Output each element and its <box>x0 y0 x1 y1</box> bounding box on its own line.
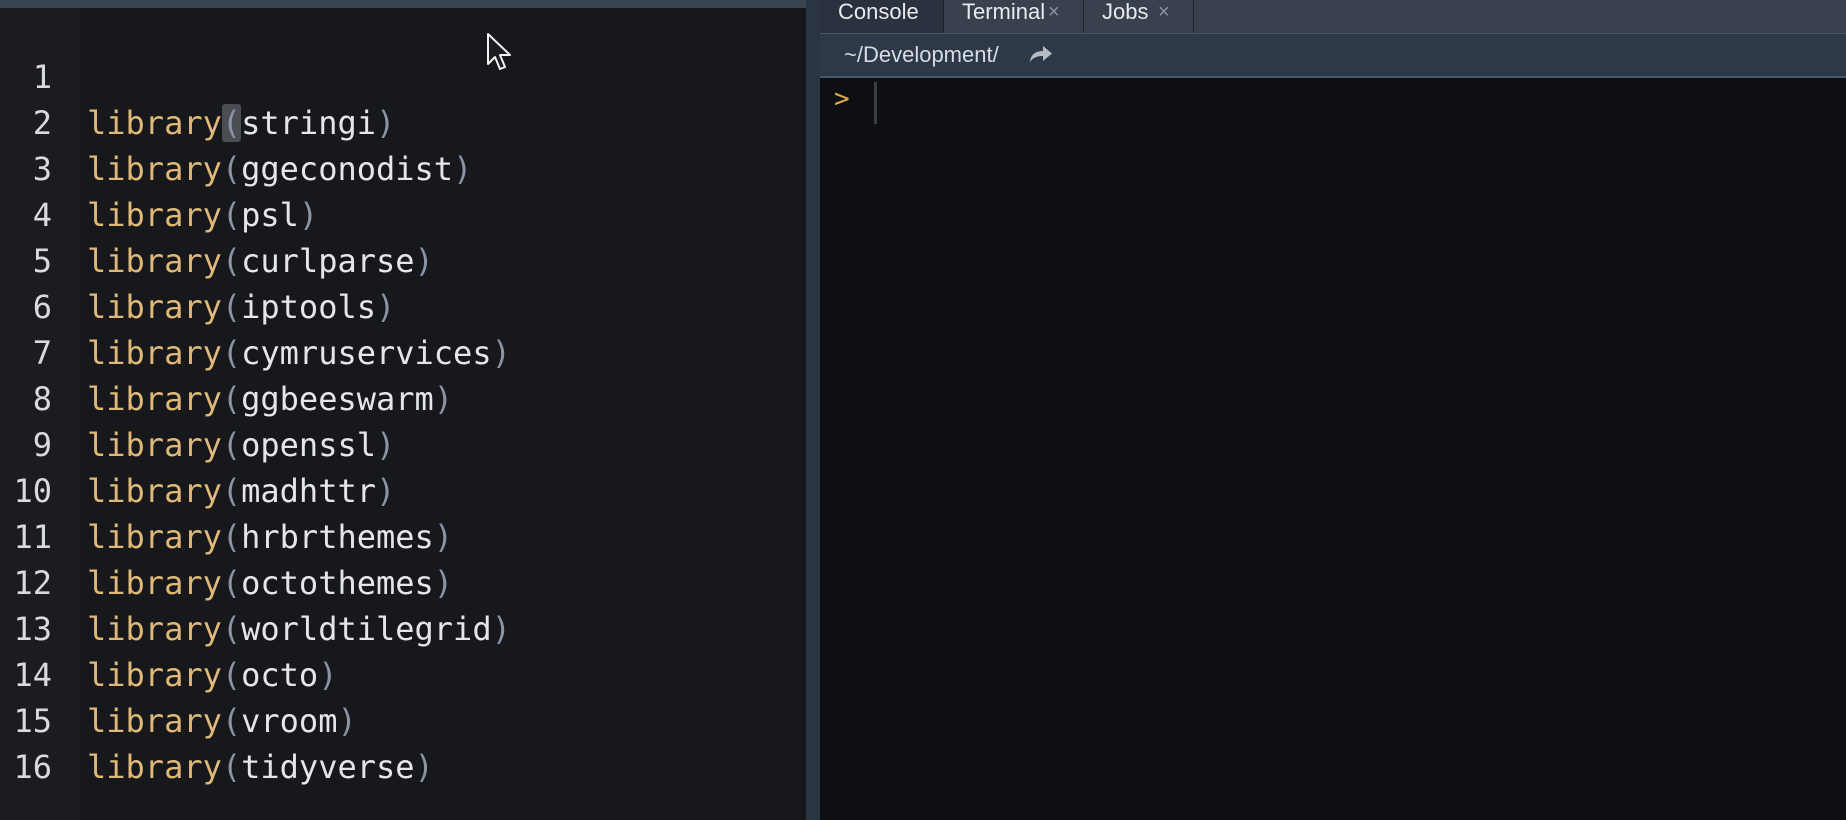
code-line[interactable]: 14 library(vroom) <box>0 606 806 740</box>
code-line[interactable]: 8 library(openssl) <box>0 330 806 464</box>
code-line[interactable]: 2 library(ggeconodist) <box>0 54 806 188</box>
code-line[interactable]: 3 library(psl) <box>0 100 806 234</box>
console-prompt-row[interactable]: > <box>820 78 1846 124</box>
line-number: 16 <box>13 748 52 786</box>
tab-terminal[interactable]: Terminal × <box>944 0 1084 33</box>
code-lines: 1 library(stringi) 2 library(ggeconodist… <box>0 8 806 786</box>
code-line[interactable]: 4 library(curlparse) <box>0 146 806 280</box>
code-line[interactable]: 5 library(iptools) <box>0 192 806 326</box>
rstudio-window: 1 library(stringi) 2 library(ggeconodist… <box>0 0 1846 820</box>
close-icon[interactable]: × <box>1048 0 1060 24</box>
console-prompt: > <box>834 84 850 114</box>
tab-jobs[interactable]: Jobs × <box>1084 0 1194 33</box>
code-line[interactable]: 10 library(hrbrthemes) <box>0 422 806 556</box>
close-paren: ) <box>414 748 434 786</box>
tab-label: Jobs <box>1102 0 1149 24</box>
code-line[interactable]: 16 <box>0 698 806 786</box>
code-line[interactable]: 11 library(octothemes) <box>0 468 806 602</box>
tab-console[interactable]: Console <box>820 0 944 33</box>
code-line[interactable]: 13 library(octo) <box>0 560 806 694</box>
package-name: tidyverse <box>241 748 415 786</box>
code-line[interactable]: 7 library(ggbeeswarm) <box>0 284 806 418</box>
pane-splitter[interactable] <box>806 0 820 820</box>
code-line[interactable]: 15 library(tidyverse) <box>0 652 806 786</box>
working-directory-path: ~/Development/ <box>844 42 999 67</box>
working-directory-bar: ~/Development/ <box>820 34 1846 78</box>
tab-label: Terminal <box>962 0 1046 24</box>
source-editor[interactable]: 1 library(stringi) 2 library(ggeconodist… <box>0 0 806 820</box>
console-tab-bar: Console Terminal × Jobs × <box>820 0 1846 34</box>
go-to-directory-icon[interactable] <box>1028 44 1054 66</box>
open-paren: ( <box>221 748 242 786</box>
console-pane: Console Terminal × Jobs × ~/Development/… <box>820 0 1846 820</box>
close-icon[interactable]: × <box>1158 0 1170 24</box>
console-input[interactable] <box>874 80 1774 122</box>
code-line[interactable]: 12 library(worldtilegrid) <box>0 514 806 648</box>
mouse-pointer-icon <box>487 33 511 70</box>
code-line[interactable]: 1 library(stringi) <box>0 8 806 142</box>
code-line[interactable]: 9 library(madhttr) <box>0 376 806 510</box>
tab-label: Console <box>838 0 919 24</box>
editor-tab-strip <box>0 0 806 8</box>
code-line[interactable]: 6 library(cymruservices) <box>0 238 806 372</box>
